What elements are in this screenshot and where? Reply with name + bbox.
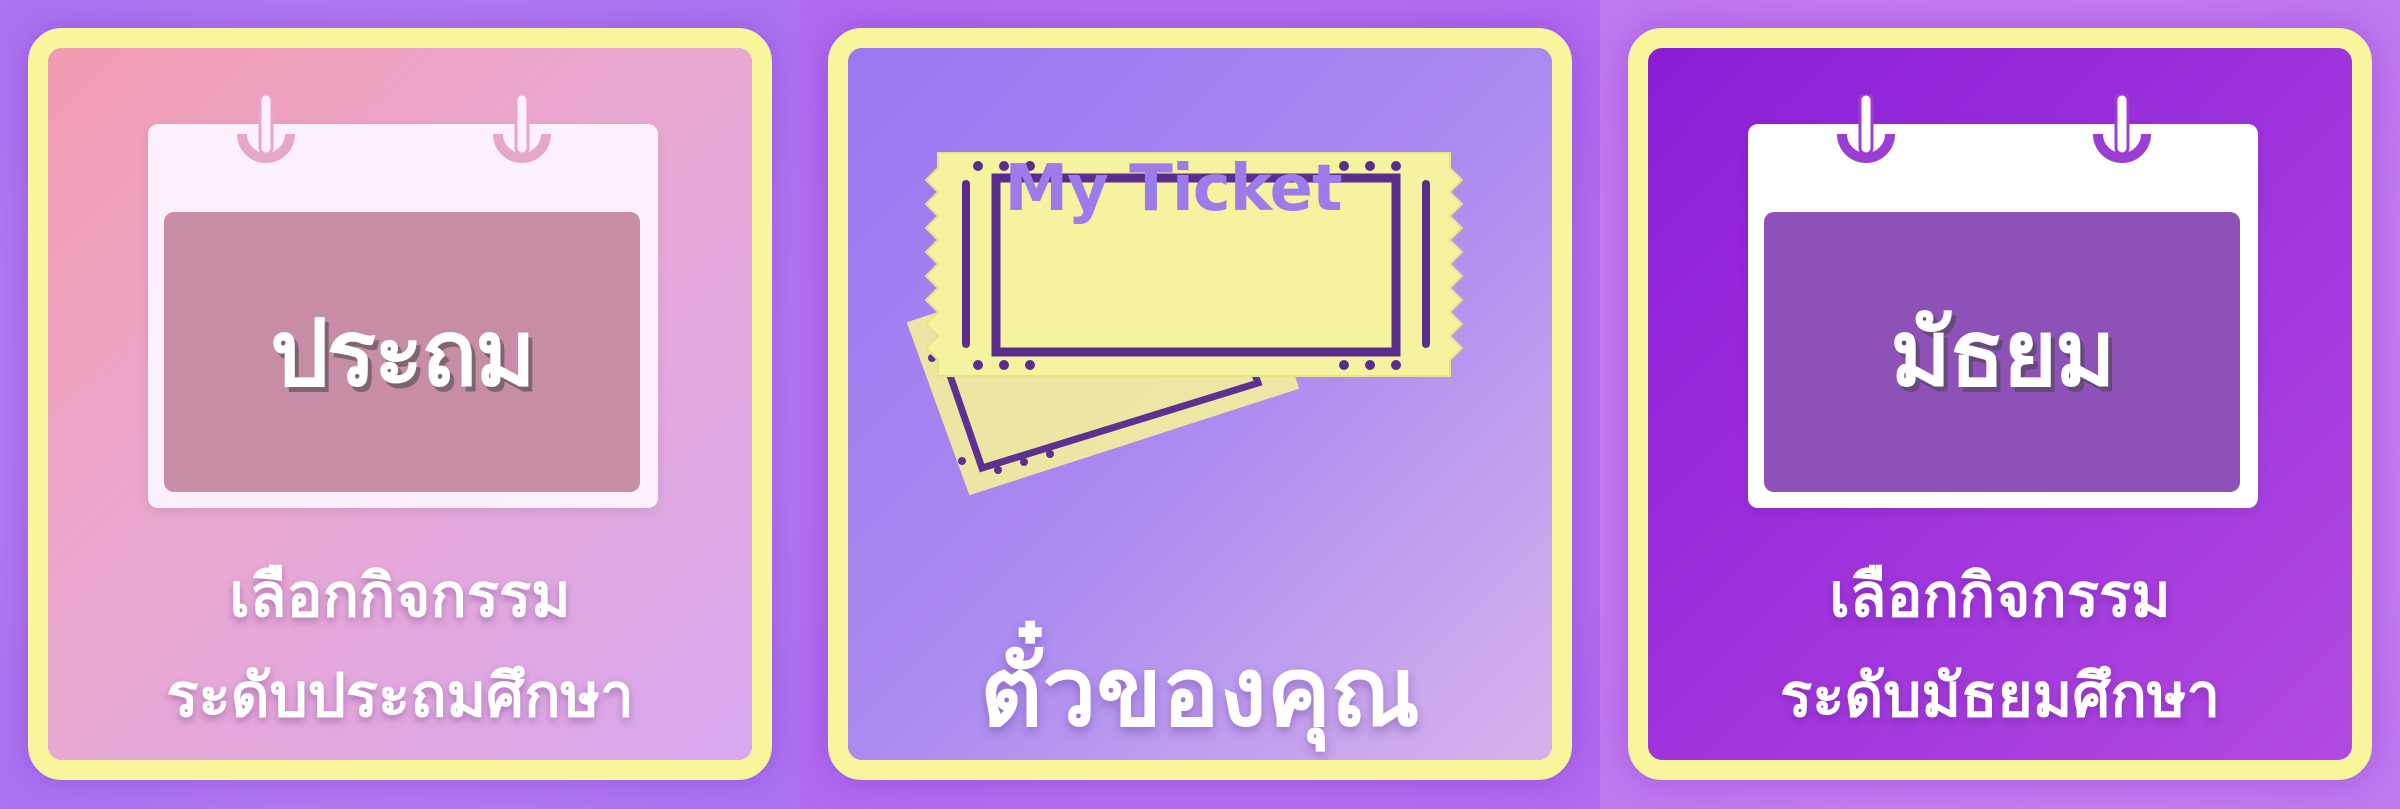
calendar-face: ประถม [164,212,640,492]
calendar-face: มัธยม [1764,212,2240,492]
calendar-ring-icon [493,94,551,163]
my-ticket-card[interactable]: My Ticket ตั๋วของคุณ [828,28,1572,780]
calendar-icon: ประถม [148,94,658,508]
panel-primary: ประถม เลือกกิจกรรม ระดับประถมศึกษา [0,0,800,809]
primary-activity-card[interactable]: ประถม เลือกกิจกรรม ระดับประถมศึกษา [28,28,772,780]
calendar-ring-icon [2093,94,2151,163]
calendar-label: ประถม [270,299,536,407]
calendar-ring-icon [237,94,295,163]
ticket-caption: ตั๋วของคุณ [980,636,1420,748]
caption-line-2: ระดับประถมศึกษา [166,661,634,731]
caption-line-1: เลือกกิจกรรม [1829,561,2171,631]
calendar-ring-icon [1837,94,1895,163]
secondary-activity-card[interactable]: มัธยม เลือกกิจกรรม ระดับมัธยมศึกษา [1628,28,2372,780]
calendar-icon: มัธยม [1748,94,2258,508]
ticket-title: My Ticket [1004,152,1342,226]
caption-line-1: เลือกกิจกรรม [229,561,571,631]
calendar-label: มัธยม [1890,299,2115,407]
panel-ticket: My Ticket ตั๋วของคุณ [800,0,1600,809]
caption-line-2: ระดับมัธยมศึกษา [1779,661,2221,731]
panel-secondary: มัธยม เลือกกิจกรรม ระดับมัธยมศึกษา [1600,0,2400,809]
